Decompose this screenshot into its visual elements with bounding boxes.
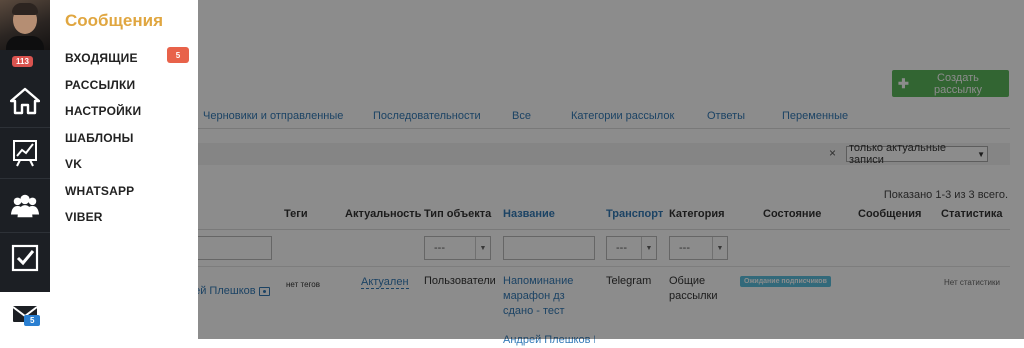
menu-item-vk[interactable]: VK	[65, 157, 82, 171]
notification-count-badge[interactable]: 113	[12, 56, 33, 67]
menu-title: Сообщения	[65, 11, 163, 30]
menu-item-templates[interactable]: ШАБЛОНЫ	[65, 131, 134, 145]
messages-menu: Сообщения ВХОДЯЩИЕ 5 РАССЫЛКИ НАСТРОЙКИ …	[50, 0, 198, 339]
menu-item-whatsapp[interactable]: WHATSAPP	[65, 184, 134, 198]
menu-item-settings[interactable]: НАСТРОЙКИ	[65, 104, 141, 118]
icon-rail: 113 5	[0, 0, 50, 339]
users-icon[interactable]	[10, 191, 40, 221]
tasks-icon[interactable]	[10, 243, 40, 273]
home-icon[interactable]	[10, 86, 40, 116]
mail-count-badge: 5	[24, 315, 41, 326]
inbox-count-badge: 5	[167, 47, 189, 63]
menu-item-mailings[interactable]: РАССЫЛКИ	[65, 78, 135, 92]
avatar[interactable]	[0, 0, 50, 50]
menu-item-inbox[interactable]: ВХОДЯЩИЕ	[65, 51, 138, 65]
chart-icon[interactable]	[10, 138, 40, 168]
menu-item-viber[interactable]: VIBER	[65, 210, 103, 224]
